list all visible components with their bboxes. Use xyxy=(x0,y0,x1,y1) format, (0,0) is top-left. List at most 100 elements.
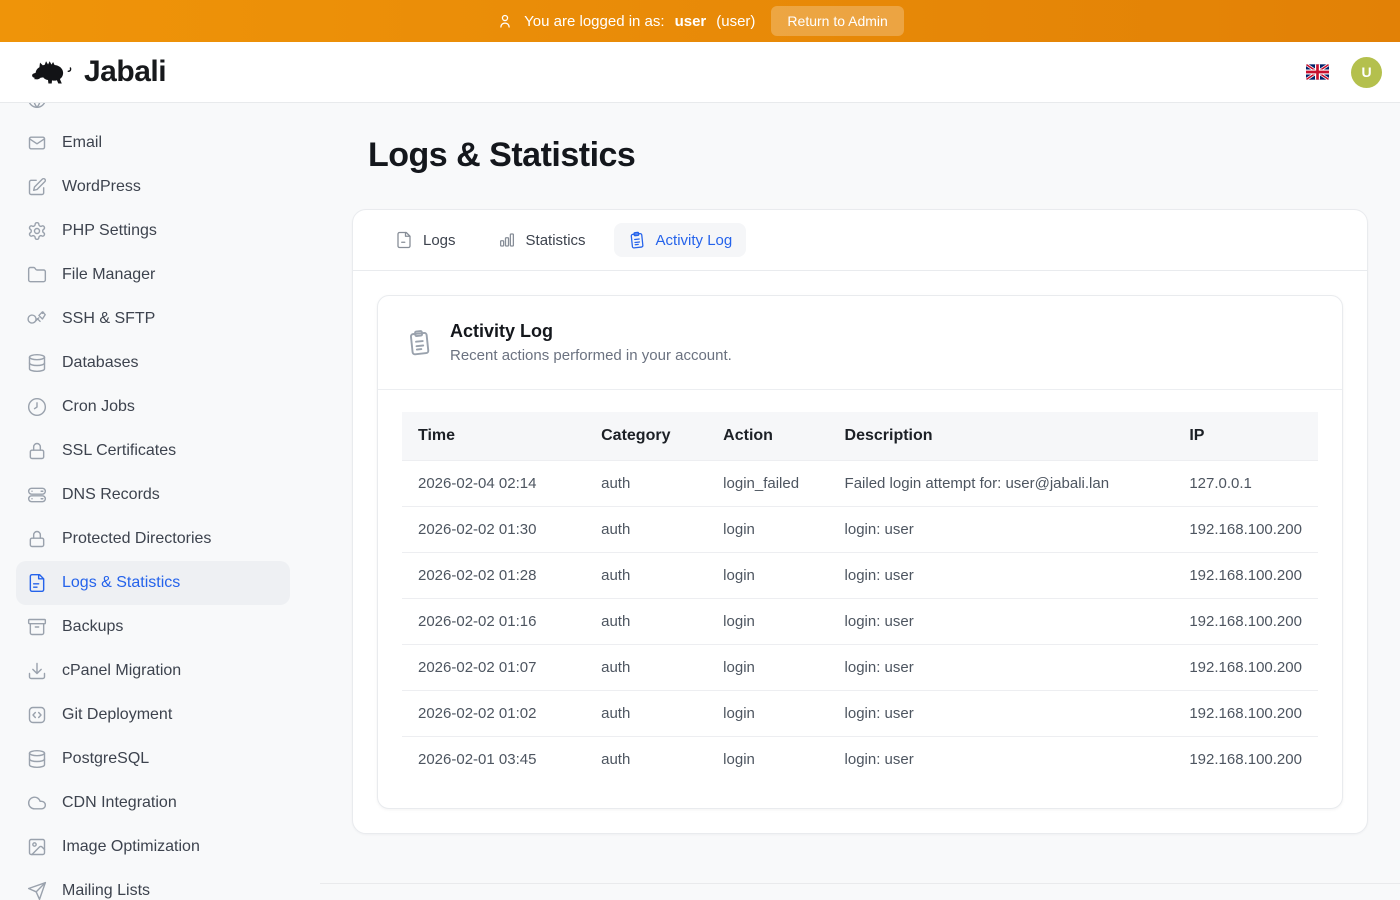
sidebar-item-label: Mailing Lists xyxy=(62,882,150,900)
table-header-row: Time Category Action Description IP xyxy=(402,412,1318,461)
database-icon xyxy=(27,749,47,769)
main-content: Logs & Statistics Logs Statistics Activi… xyxy=(320,103,1400,900)
sidebar-item-ssl-certificates[interactable]: SSL Certificates xyxy=(16,429,290,473)
logged-in-prefix: You are logged in as: xyxy=(524,13,664,30)
sidebar-item-partial[interactable] xyxy=(16,103,290,121)
sidebar-item-ssh-sftp[interactable]: SSH & SFTP xyxy=(16,297,290,341)
table-row: 2026-02-02 01:30authloginlogin: user192.… xyxy=(402,507,1318,553)
page-title: Logs & Statistics xyxy=(368,136,1368,175)
mail-icon xyxy=(27,133,47,153)
sidebar-item-mailing-lists[interactable]: Mailing Lists xyxy=(16,869,290,900)
cloud-icon xyxy=(27,793,47,813)
sidebar-item-label: Email xyxy=(62,134,102,152)
col-description: Description xyxy=(829,412,1174,461)
tab-logs[interactable]: Logs xyxy=(381,223,470,257)
col-time: Time xyxy=(402,412,585,461)
col-action: Action xyxy=(707,412,828,461)
sidebar-item-label: Image Optimization xyxy=(62,838,200,856)
download-icon xyxy=(27,661,47,681)
panel-header: Activity Log Recent actions performed in… xyxy=(378,296,1342,390)
sidebar-item-label: Logs & Statistics xyxy=(62,574,180,592)
sidebar-item-label: WordPress xyxy=(62,178,141,196)
topbar: You are logged in as: user (user) Return… xyxy=(0,0,1400,42)
sidebar-item-label: Backups xyxy=(62,618,123,636)
sidebar-item-dns-records[interactable]: DNS Records xyxy=(16,473,290,517)
file-icon xyxy=(395,231,413,249)
logged-in-username: user xyxy=(675,13,707,30)
lock-icon xyxy=(27,529,47,549)
brand[interactable]: Jabali xyxy=(28,54,166,90)
sidebar-item-logs-statistics[interactable]: Logs & Statistics xyxy=(16,561,290,605)
code-icon xyxy=(27,705,47,725)
logs-card: Logs Statistics Activity Log Activity xyxy=(352,209,1368,834)
table-row: 2026-02-01 03:45authloginlogin: user192.… xyxy=(402,737,1318,783)
activity-table-wrap: Time Category Action Description IP 2026… xyxy=(378,390,1342,808)
brand-name: Jabali xyxy=(84,55,166,89)
sidebar-item-label: Cron Jobs xyxy=(62,398,135,416)
sidebar-item-label: DNS Records xyxy=(62,486,160,504)
sidebar-item-label: Git Deployment xyxy=(62,706,172,724)
boar-icon xyxy=(28,54,74,90)
edit-icon xyxy=(27,177,47,197)
sidebar-item-php-settings[interactable]: PHP Settings xyxy=(16,209,290,253)
activity-table: Time Category Action Description IP 2026… xyxy=(402,412,1318,782)
footer-divider xyxy=(320,883,1400,884)
server-icon xyxy=(27,485,47,505)
table-row: 2026-02-02 01:07authloginlogin: user192.… xyxy=(402,645,1318,691)
uk-flag-icon[interactable] xyxy=(1306,64,1329,80)
gear-icon xyxy=(27,221,47,241)
panel-subtitle: Recent actions performed in your account… xyxy=(450,347,732,364)
file-text-icon xyxy=(27,573,47,593)
key-icon xyxy=(27,309,47,329)
sidebar-item-image-optimization[interactable]: Image Optimization xyxy=(16,825,290,869)
tab-bar: Logs Statistics Activity Log xyxy=(353,210,1367,271)
table-row: 2026-02-02 01:16authloginlogin: user192.… xyxy=(402,599,1318,645)
col-category: Category xyxy=(585,412,707,461)
clipboard-icon xyxy=(627,230,647,250)
sidebar-item-cdn-integration[interactable]: CDN Integration xyxy=(16,781,290,825)
clipboard-icon xyxy=(405,328,435,358)
sidebar-item-git-deployment[interactable]: Git Deployment xyxy=(16,693,290,737)
table-row: 2026-02-02 01:02authloginlogin: user192.… xyxy=(402,691,1318,737)
sidebar-item-protected-directories[interactable]: Protected Directories xyxy=(16,517,290,561)
sidebar-item-cpanel-migration[interactable]: cPanel Migration xyxy=(16,649,290,693)
sidebar-item-wordpress[interactable]: WordPress xyxy=(16,165,290,209)
table-row: 2026-02-02 01:28authloginlogin: user192.… xyxy=(402,553,1318,599)
sidebar-item-databases[interactable]: Databases xyxy=(16,341,290,385)
sidebar-item-file-manager[interactable]: File Manager xyxy=(16,253,290,297)
col-ip: IP xyxy=(1173,412,1318,461)
logged-in-message: You are logged in as: user (user) xyxy=(496,12,755,30)
sidebar-item-label: CDN Integration xyxy=(62,794,177,812)
sidebar-item-postgresql[interactable]: PostgreSQL xyxy=(16,737,290,781)
archive-icon xyxy=(27,617,47,637)
sidebar-item-label: PHP Settings xyxy=(62,222,157,240)
image-icon xyxy=(27,837,47,857)
sidebar-item-label: PostgreSQL xyxy=(62,750,149,768)
sidebar-item-label: File Manager xyxy=(62,266,155,284)
send-icon xyxy=(27,881,47,900)
logged-in-role: (user) xyxy=(716,13,755,30)
bar-chart-icon xyxy=(498,231,516,249)
user-avatar[interactable]: U xyxy=(1351,57,1382,88)
sidebar-item-backups[interactable]: Backups xyxy=(16,605,290,649)
lock-icon xyxy=(27,441,47,461)
table-row: 2026-02-04 02:14authlogin_failedFailed l… xyxy=(402,461,1318,507)
tab-statistics[interactable]: Statistics xyxy=(484,223,600,257)
activity-log-panel: Activity Log Recent actions performed in… xyxy=(377,295,1343,809)
person-icon xyxy=(496,12,514,30)
sidebar-item-label: cPanel Migration xyxy=(62,662,181,680)
sidebar-item-cron-jobs[interactable]: Cron Jobs xyxy=(16,385,290,429)
app-header: Jabali U xyxy=(0,42,1400,103)
sidebar-item-label: SSH & SFTP xyxy=(62,310,155,328)
sidebar-item-label: Protected Directories xyxy=(62,530,211,548)
sidebar-item-label: Databases xyxy=(62,354,139,372)
tab-activity-log[interactable]: Activity Log xyxy=(614,223,747,257)
sidebar-item-label: SSL Certificates xyxy=(62,442,176,460)
sidebar: Email WordPress PHP Settings File Manage… xyxy=(0,103,320,900)
panel-title: Activity Log xyxy=(450,321,732,342)
database-icon xyxy=(27,353,47,373)
sidebar-item-email[interactable]: Email xyxy=(16,121,290,165)
clock-icon xyxy=(27,397,47,417)
globe-icon xyxy=(27,103,47,109)
return-to-admin-button[interactable]: Return to Admin xyxy=(771,6,903,36)
